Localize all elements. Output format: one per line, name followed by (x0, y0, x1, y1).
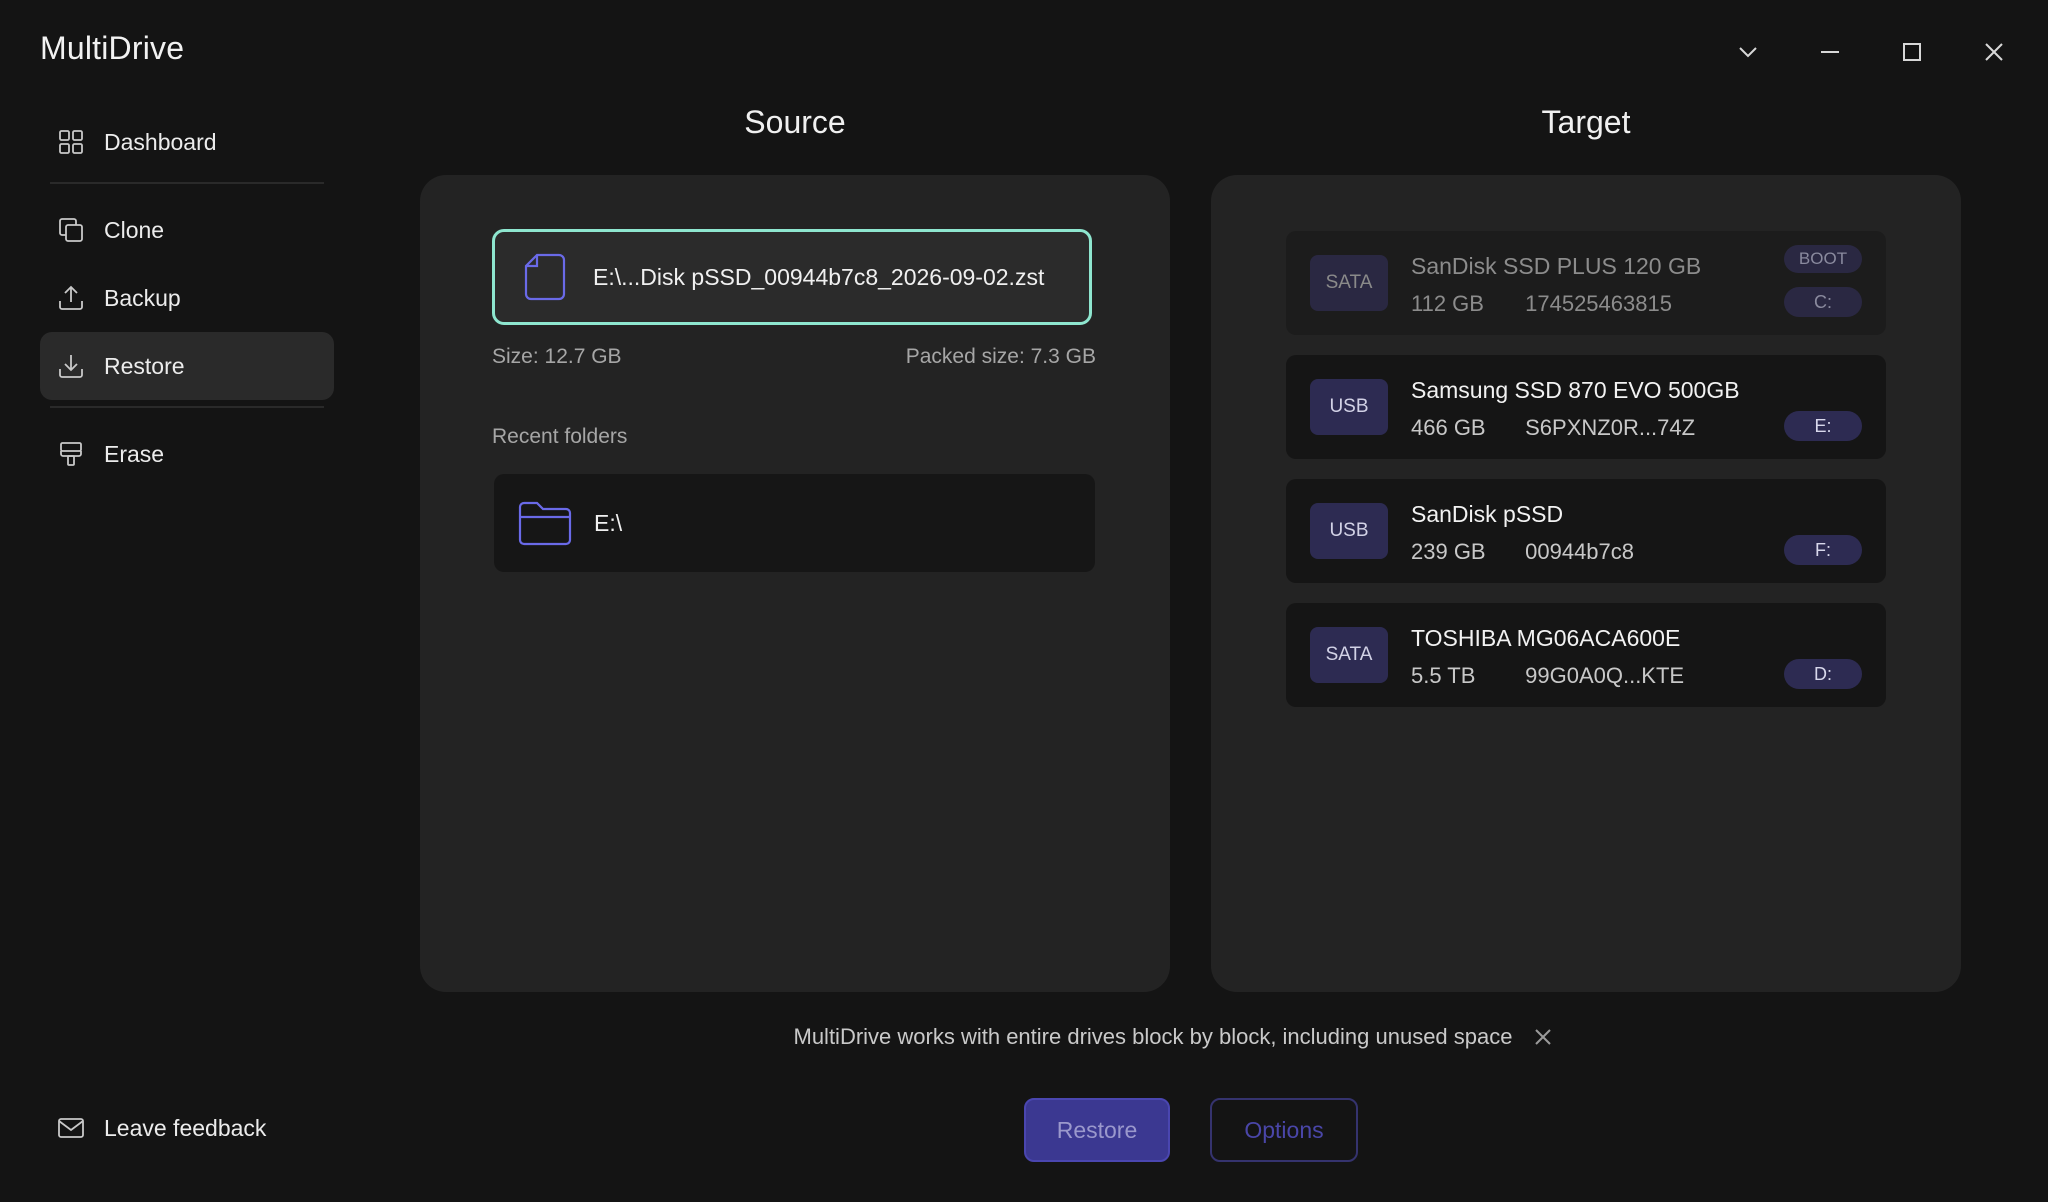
drive-letter-badge: C: (1784, 287, 1862, 317)
info-text: MultiDrive works with entire drives bloc… (793, 1024, 1513, 1049)
feedback-label: Leave feedback (104, 1114, 267, 1141)
mail-icon (56, 1113, 86, 1143)
close-icon[interactable] (1968, 28, 2020, 76)
folder-icon (516, 498, 574, 548)
drive-meta: 239 GB 00944b7c8 (1411, 539, 1634, 565)
app-window: MultiDrive Dashboard Clone Backup Restor… (0, 0, 2048, 1202)
drive-capacity: 5.5 TB (1411, 663, 1476, 688)
sidebar-item-label: Erase (104, 440, 165, 467)
bus-type-badge: USB (1310, 503, 1388, 559)
drive-capacity: 239 GB (1411, 539, 1486, 564)
window-controls (1722, 28, 2020, 76)
info-banner: MultiDrive works with entire drives bloc… (0, 1024, 2048, 1050)
drive-name: Samsung SSD 870 EVO 500GB (1411, 377, 1740, 403)
source-packed-size: Packed size: 7.3 GB (905, 345, 1096, 368)
download-icon (56, 351, 86, 381)
recent-folders-label: Recent folders (492, 425, 628, 448)
drive-serial: 99G0A0Q...KTE (1525, 663, 1685, 688)
drive-name: TOSHIBA MG06ACA600E (1411, 625, 1681, 651)
source-heading: Source (744, 104, 846, 140)
sidebar-item-label: Dashboard (104, 128, 217, 155)
drive-letter-badge: E: (1784, 411, 1862, 441)
sidebar-item-label: Clone (104, 216, 165, 243)
recent-folder-name: E:\ (594, 509, 623, 536)
drive-meta: 112 GB 174525463815 (1411, 291, 1672, 317)
sidebar-item-erase[interactable]: Erase (40, 420, 334, 488)
drive-list: SATA SanDisk SSD PLUS 120 GB 112 GB 1745… (1286, 231, 1886, 727)
close-icon[interactable] (1531, 1025, 1555, 1049)
minimize-icon[interactable] (1804, 28, 1856, 76)
source-size: Size: 12.7 GB (492, 345, 622, 368)
bus-type-badge: USB (1310, 379, 1388, 435)
options-button[interactable]: Options (1210, 1098, 1358, 1162)
source-panel: E:\...Disk pSSD_00944b7c8_2026-09-02.zst… (420, 175, 1170, 992)
drive-serial: S6PXNZ0R...74Z (1525, 415, 1696, 440)
target-panel: SATA SanDisk SSD PLUS 120 GB 112 GB 1745… (1211, 175, 1961, 992)
restore-button[interactable]: Restore (1024, 1098, 1170, 1162)
chevron-down-icon[interactable] (1722, 28, 1774, 76)
target-heading: Target (1541, 104, 1631, 140)
sidebar-divider (50, 406, 324, 408)
sidebar-item-backup[interactable]: Backup (40, 264, 334, 332)
drive-meta: 5.5 TB 99G0A0Q...KTE (1411, 663, 1684, 689)
bus-type-badge: SATA (1310, 627, 1388, 683)
drive-letter-badge: F: (1784, 535, 1862, 565)
drive-capacity: 112 GB (1411, 291, 1484, 316)
sidebar-item-restore[interactable]: Restore (40, 332, 334, 400)
maximize-icon[interactable] (1886, 28, 1938, 76)
file-icon (521, 251, 569, 303)
drive-item[interactable]: SATA SanDisk SSD PLUS 120 GB 112 GB 1745… (1286, 231, 1886, 335)
size-row: Size: 12.7 GB Packed size: 7.3 GB (492, 345, 1096, 369)
sidebar-item-dashboard[interactable]: Dashboard (40, 108, 334, 176)
grid-icon (56, 127, 86, 157)
drive-name: SanDisk SSD PLUS 120 GB (1411, 253, 1702, 279)
leave-feedback-link[interactable]: Leave feedback (40, 1094, 266, 1162)
source-file-card[interactable]: E:\...Disk pSSD_00944b7c8_2026-09-02.zst (492, 229, 1092, 325)
source-file-name: E:\...Disk pSSD_00944b7c8_2026-09-02.zst (593, 263, 1045, 290)
sidebar-item-label: Restore (104, 352, 185, 379)
drive-item[interactable]: SATA TOSHIBA MG06ACA600E 5.5 TB 99G0A0Q.… (1286, 603, 1886, 707)
boot-badge: BOOT (1784, 245, 1862, 273)
drive-serial: 00944b7c8 (1525, 539, 1635, 564)
sidebar-divider (50, 182, 324, 184)
paint-brush-icon (56, 439, 86, 469)
info-banner-content: MultiDrive works with entire drives bloc… (794, 1024, 1555, 1050)
drive-item[interactable]: USB Samsung SSD 870 EVO 500GB 466 GB S6P… (1286, 355, 1886, 459)
drive-capacity: 466 GB (1411, 415, 1486, 440)
drive-letter-badge: D: (1784, 659, 1862, 689)
copy-icon (56, 215, 86, 245)
drive-meta: 466 GB S6PXNZ0R...74Z (1411, 415, 1695, 441)
drive-item[interactable]: USB SanDisk pSSD 239 GB 00944b7c8 F: (1286, 479, 1886, 583)
app-title: MultiDrive (40, 30, 185, 66)
bus-type-badge: SATA (1310, 255, 1388, 311)
sidebar-item-label: Backup (104, 284, 181, 311)
drive-name: SanDisk pSSD (1411, 501, 1564, 527)
sidebar: Dashboard Clone Backup Restore Erase (40, 108, 334, 488)
recent-folder-item[interactable]: E:\ (494, 474, 1095, 572)
upload-icon (56, 283, 86, 313)
sidebar-item-clone[interactable]: Clone (40, 196, 334, 264)
drive-serial: 174525463815 (1525, 291, 1672, 316)
